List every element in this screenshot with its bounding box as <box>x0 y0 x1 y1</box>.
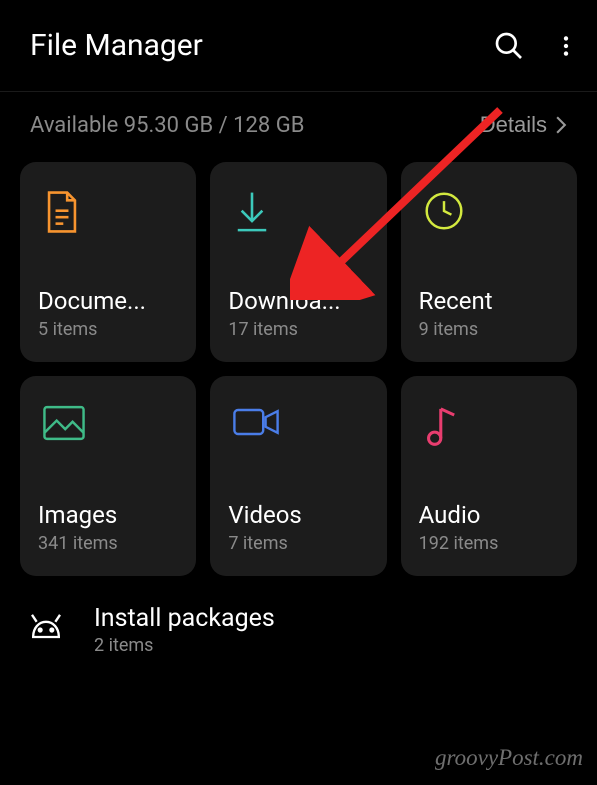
tile-downloads[interactable]: Downloa... 17 items <box>210 162 386 362</box>
details-label: Details <box>480 112 547 138</box>
list-text: Install packages 2 items <box>94 604 275 656</box>
tile-text: Videos 7 items <box>228 501 368 554</box>
tile-text: Audio 192 items <box>419 501 559 554</box>
storage-text: Available 95.30 GB / 128 GB <box>30 113 304 138</box>
tile-sub: 17 items <box>228 319 368 340</box>
storage-row: Available 95.30 GB / 128 GB Details <box>0 92 597 162</box>
tile-text: Images 341 items <box>38 501 178 554</box>
category-grid: Docume... 5 items Downloa... 17 items Re… <box>0 162 597 576</box>
list-sub: 2 items <box>94 635 275 656</box>
tile-title: Audio <box>419 501 559 529</box>
app-header: File Manager <box>0 0 597 92</box>
header-actions <box>493 30 579 62</box>
tile-audio[interactable]: Audio 192 items <box>401 376 577 576</box>
details-button[interactable]: Details <box>480 112 567 138</box>
tile-title: Recent <box>419 287 559 315</box>
menu-button[interactable] <box>553 33 579 59</box>
tile-text: Recent 9 items <box>419 287 559 340</box>
music-icon <box>423 404 463 444</box>
page-title: File Manager <box>30 28 203 63</box>
tile-text: Docume... 5 items <box>38 287 178 340</box>
tile-sub: 5 items <box>38 319 178 340</box>
more-vertical-icon <box>553 33 579 59</box>
tile-sub: 7 items <box>228 533 368 554</box>
tile-videos[interactable]: Videos 7 items <box>210 376 386 576</box>
tile-sub: 341 items <box>38 533 178 554</box>
image-icon <box>42 404 82 444</box>
tile-title: Videos <box>228 501 368 529</box>
list-item-install-packages[interactable]: Install packages 2 items <box>24 604 573 656</box>
tile-title: Images <box>38 501 178 529</box>
tile-text: Downloa... 17 items <box>228 287 368 340</box>
tile-sub: 192 items <box>419 533 559 554</box>
tile-documents[interactable]: Docume... 5 items <box>20 162 196 362</box>
search-icon <box>493 30 525 62</box>
search-button[interactable] <box>493 30 525 62</box>
android-icon <box>24 608 68 652</box>
list-section: Install packages 2 items <box>0 576 597 656</box>
tile-title: Downloa... <box>228 287 368 315</box>
tile-title: Docume... <box>38 287 178 315</box>
video-icon <box>232 404 272 444</box>
list-title: Install packages <box>94 604 275 633</box>
download-icon <box>232 190 272 230</box>
watermark: groovyPost.com <box>435 745 583 771</box>
chevron-right-icon <box>555 116 567 134</box>
tile-images[interactable]: Images 341 items <box>20 376 196 576</box>
document-icon <box>42 190 82 230</box>
tile-sub: 9 items <box>419 319 559 340</box>
clock-icon <box>423 190 463 230</box>
tile-recent[interactable]: Recent 9 items <box>401 162 577 362</box>
